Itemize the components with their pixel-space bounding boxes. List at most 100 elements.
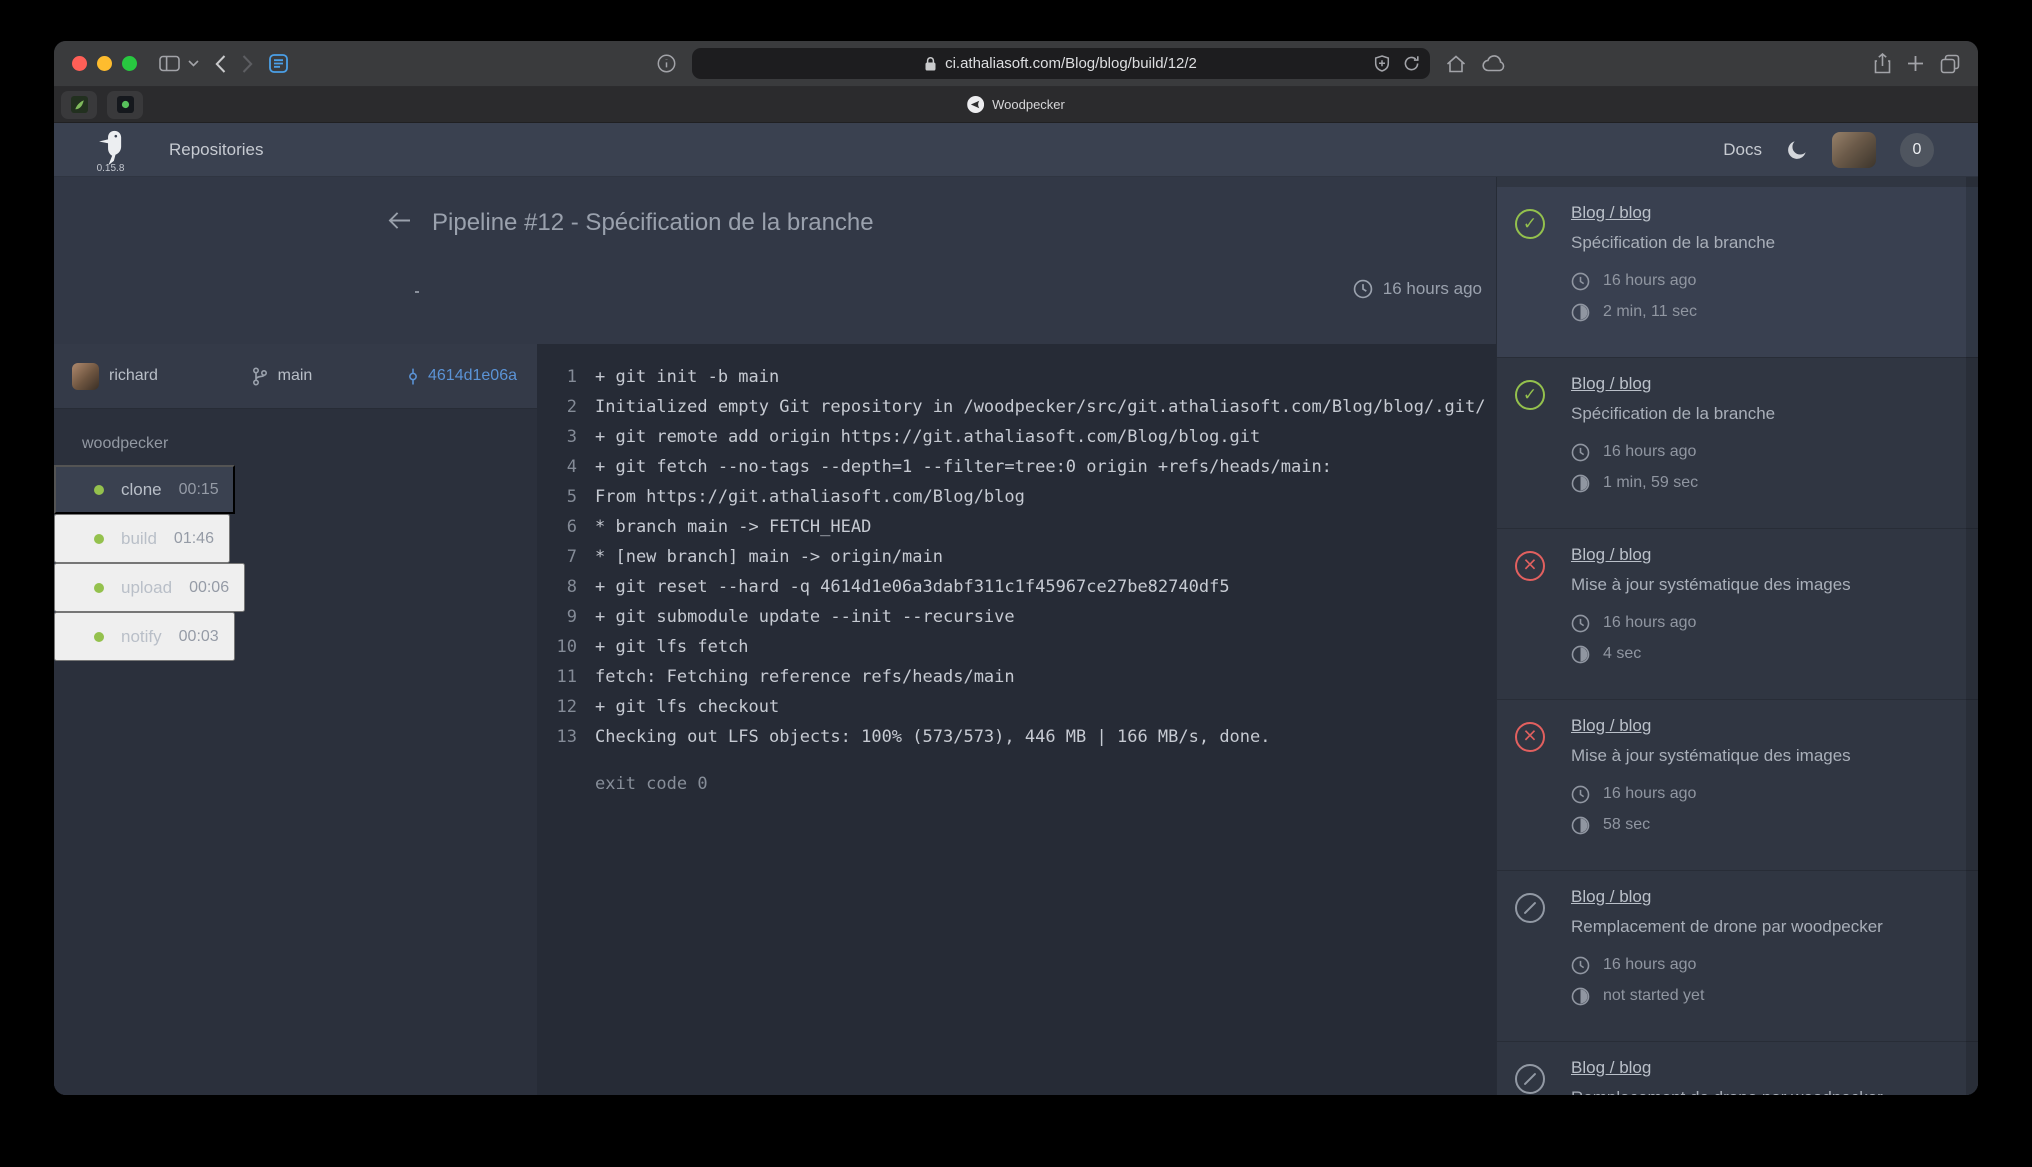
commit-link[interactable]: 4614d1e06a — [406, 367, 517, 386]
log-line: 8 + git reset --hard -q 4614d1e06a3dabf3… — [537, 572, 1496, 602]
step-row[interactable]: build 01:46 — [54, 514, 230, 563]
step-row[interactable]: upload 00:06 — [54, 563, 245, 612]
build-repo-link[interactable]: Blog / blog — [1571, 374, 1651, 394]
back-to-repo-button[interactable] — [387, 210, 412, 231]
sidebar-chevron-button[interactable] — [188, 60, 199, 67]
build-duration-row: 58 sec — [1571, 813, 1851, 837]
pinned-tab-1[interactable] — [61, 91, 97, 119]
log-line-text: Checking out LFS objects: 100% (573/573)… — [595, 722, 1271, 752]
page-info-button[interactable] — [657, 54, 676, 73]
build-duration-text: 4 sec — [1603, 645, 1641, 663]
build-repo-link[interactable]: Blog / blog — [1571, 203, 1651, 223]
build-entry[interactable]: Blog / blog Mise à jour systématique des… — [1497, 529, 1978, 700]
clock-icon — [1571, 956, 1590, 975]
step-duration: 00:15 — [179, 481, 219, 499]
start-page-button[interactable] — [269, 54, 288, 73]
build-time-row: 16 hours ago — [1571, 440, 1775, 464]
build-message: Spécification de la branche — [1571, 404, 1775, 424]
build-time-text: 16 hours ago — [1603, 785, 1696, 803]
pipeline-tab[interactable] — [497, 277, 501, 293]
home-button[interactable] — [1446, 55, 1466, 73]
cloud-tabs-button[interactable] — [1482, 55, 1506, 72]
build-status — [1515, 722, 1545, 870]
minimize-window-button[interactable] — [97, 56, 112, 71]
build-status-icon — [1515, 1064, 1545, 1094]
clock-icon — [1571, 614, 1590, 633]
log-line: 10 + git lfs fetch — [537, 632, 1496, 662]
step-list: clone 00:15 build 01:46 upload 00:06 — [54, 465, 537, 661]
build-entry[interactable]: Blog / blog Spécification de la branche … — [1497, 187, 1978, 358]
active-tab[interactable]: Woodpecker — [967, 87, 1065, 122]
clock-icon — [1571, 272, 1590, 291]
build-status-icon — [1515, 380, 1545, 410]
app-logo-link[interactable]: 0.15.8 — [94, 130, 127, 174]
build-status-icon — [1515, 551, 1545, 581]
tab-overview-button[interactable] — [1940, 54, 1960, 74]
build-repo-link[interactable]: Blog / blog — [1571, 716, 1651, 736]
author-avatar — [72, 363, 99, 390]
branch-name: main — [278, 367, 313, 385]
log-line: 6 * branch main -> FETCH_HEAD — [537, 512, 1496, 542]
tab-overview-icon — [1940, 54, 1960, 74]
pipeline-tab[interactable] — [579, 277, 583, 293]
content-blocker-icon[interactable] — [1374, 55, 1390, 72]
step-status-dot — [94, 632, 104, 642]
log-panel[interactable]: 1 + git init -b main 2 Initialized empty… — [537, 344, 1496, 1095]
step-row[interactable]: clone 00:15 — [54, 465, 235, 514]
step-status-dot — [94, 534, 104, 544]
nav-docs-link[interactable]: Docs — [1723, 140, 1762, 160]
build-entry[interactable]: Blog / blog Remplacement de drone par wo… — [1497, 1042, 1978, 1095]
address-bar[interactable]: ci.athaliasoft.com/Blog/blog/build/12/2 — [692, 48, 1430, 79]
lock-icon — [924, 56, 937, 72]
close-window-button[interactable] — [72, 56, 87, 71]
pipeline-tabs — [415, 277, 583, 293]
build-count-badge[interactable]: 0 — [1900, 133, 1934, 167]
build-time-row: 16 hours ago — [1571, 782, 1851, 806]
blue-page-icon — [269, 54, 288, 73]
build-entry[interactable]: Blog / blog Mise à jour systématique des… — [1497, 700, 1978, 871]
reload-icon[interactable] — [1403, 55, 1420, 72]
pinned-tab-2[interactable] — [107, 91, 143, 119]
duration-icon — [1571, 816, 1590, 835]
log-line-text: * branch main -> FETCH_HEAD — [595, 512, 871, 542]
build-entry[interactable]: Blog / blog Spécification de la branche … — [1497, 358, 1978, 529]
duration-icon — [1571, 474, 1590, 493]
pipeline-time-text: 16 hours ago — [1383, 279, 1482, 299]
build-duration-text: 2 min, 11 sec — [1603, 303, 1697, 321]
log-line: 2 Initialized empty Git repository in /w… — [537, 392, 1496, 422]
active-tab-title: Woodpecker — [992, 97, 1065, 112]
plus-icon — [1907, 55, 1924, 72]
safari-window: ci.athaliasoft.com/Blog/blog/build/12/2 — [54, 41, 1978, 1095]
pinned-tab-1-favicon — [71, 96, 88, 113]
build-repo-link[interactable]: Blog / blog — [1571, 1058, 1651, 1078]
build-entry[interactable]: Blog / blog Remplacement de drone par wo… — [1497, 871, 1978, 1042]
share-button[interactable] — [1874, 53, 1891, 74]
nav-repositories-link[interactable]: Repositories — [169, 140, 264, 160]
build-entry-body: Blog / blog Remplacement de drone par wo… — [1571, 885, 1883, 1041]
new-tab-button[interactable] — [1907, 55, 1924, 72]
app-navbar: 0.15.8 Repositories Docs 0 — [54, 123, 1978, 177]
main-column: Pipeline #12 - Spécification de la branc… — [54, 177, 1496, 1095]
zoom-window-button[interactable] — [122, 56, 137, 71]
forward-button[interactable] — [242, 55, 253, 73]
step-name: clone — [121, 480, 162, 500]
build-entry-body: Blog / blog Spécification de la branche … — [1571, 201, 1775, 357]
build-repo-link[interactable]: Blog / blog — [1571, 545, 1651, 565]
log-line: 7 * [new branch] main -> origin/main — [537, 542, 1496, 572]
duration-icon — [1571, 645, 1590, 664]
step-duration: 00:03 — [179, 628, 219, 646]
pipeline-tab[interactable] — [415, 277, 419, 293]
build-repo-link[interactable]: Blog / blog — [1571, 887, 1651, 907]
user-avatar[interactable] — [1832, 132, 1876, 168]
build-time-text: 16 hours ago — [1603, 614, 1696, 632]
theme-toggle-button[interactable] — [1786, 139, 1808, 161]
woodpecker-favicon — [967, 96, 984, 113]
step-name: notify — [121, 627, 162, 647]
build-status-icon — [1515, 722, 1545, 752]
sidebar-toggle-button[interactable] — [159, 55, 180, 72]
builds-sidebar[interactable]: Blog / blog Spécification de la branche … — [1496, 177, 1978, 1095]
clock-icon — [1571, 443, 1590, 462]
step-row[interactable]: notify 00:03 — [54, 612, 235, 661]
back-button[interactable] — [215, 55, 226, 73]
navbar-right: Docs 0 — [1723, 132, 1978, 168]
